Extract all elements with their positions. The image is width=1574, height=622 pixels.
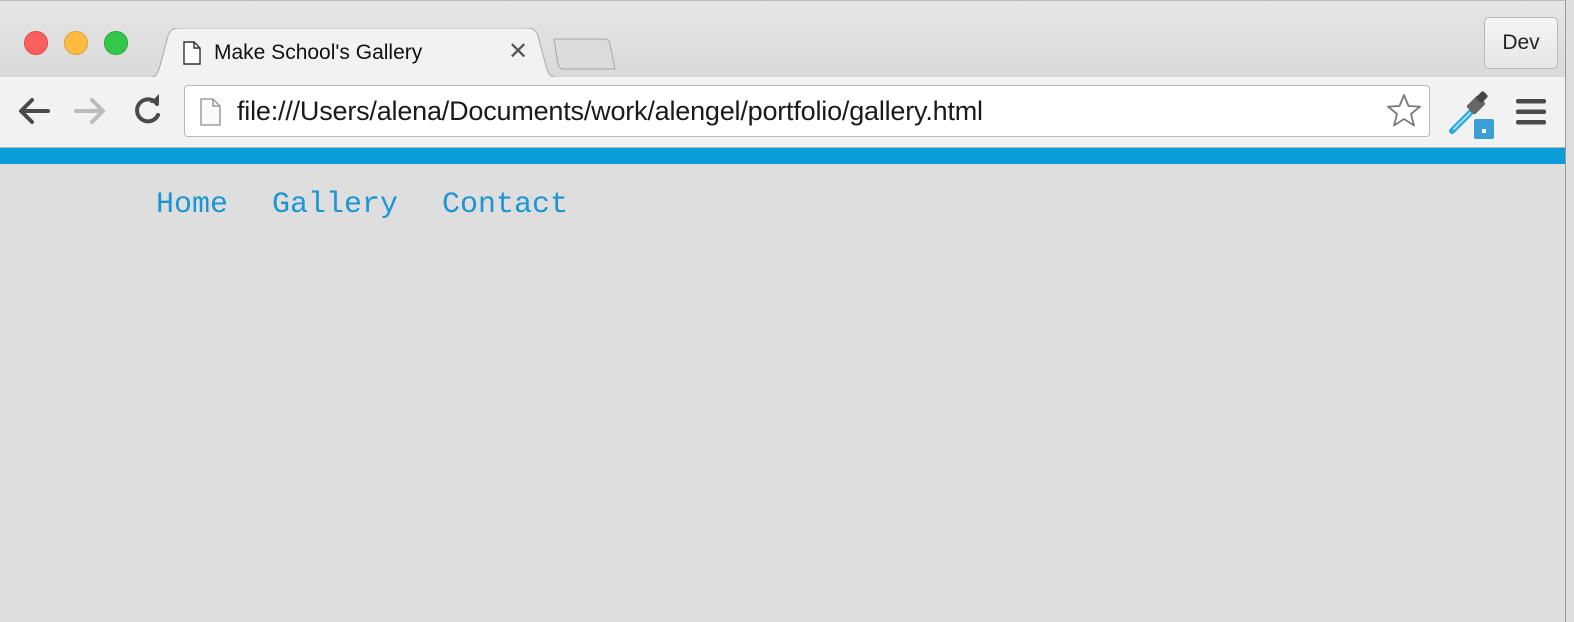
site-nav: Home Gallery Contact	[156, 188, 612, 222]
nav-link-home[interactable]: Home	[156, 188, 228, 222]
hamburger-menu-icon[interactable]	[1512, 95, 1550, 129]
page-content: Home Gallery Contact	[0, 164, 1565, 622]
eyedropper-extension-icon[interactable]	[1446, 89, 1498, 141]
tab-active[interactable]: Make School's Gallery ✕	[146, 28, 560, 78]
browser-toolbar: file:///Users/alena/Documents/work/aleng…	[0, 77, 1565, 148]
nav-link-contact[interactable]: Contact	[442, 188, 568, 222]
reload-icon[interactable]	[127, 91, 167, 131]
star-icon[interactable]	[1385, 92, 1423, 130]
nav-link-gallery[interactable]: Gallery	[272, 188, 398, 222]
tab-title: Make School's Gallery	[214, 41, 423, 64]
new-tab-button[interactable]	[552, 37, 616, 71]
window-maximize-button[interactable]	[104, 31, 128, 55]
back-arrow-icon[interactable]	[14, 91, 54, 131]
url-text[interactable]: file:///Users/alena/Documents/work/aleng…	[237, 96, 983, 127]
document-icon	[183, 41, 201, 65]
window-minimize-button[interactable]	[64, 31, 88, 55]
tab-close-icon[interactable]: ✕	[506, 40, 530, 64]
page-header-bar	[0, 148, 1565, 164]
browser-window: Make School's Gallery ✕ Dev file:///User…	[0, 0, 1566, 622]
address-bar[interactable]: file:///Users/alena/Documents/work/aleng…	[184, 85, 1430, 137]
forward-arrow-icon[interactable]	[70, 91, 110, 131]
page-icon	[200, 98, 221, 126]
tab-strip: Make School's Gallery ✕ Dev	[0, 1, 1565, 78]
window-close-button[interactable]	[24, 31, 48, 55]
profile-button[interactable]: Dev	[1484, 17, 1558, 69]
